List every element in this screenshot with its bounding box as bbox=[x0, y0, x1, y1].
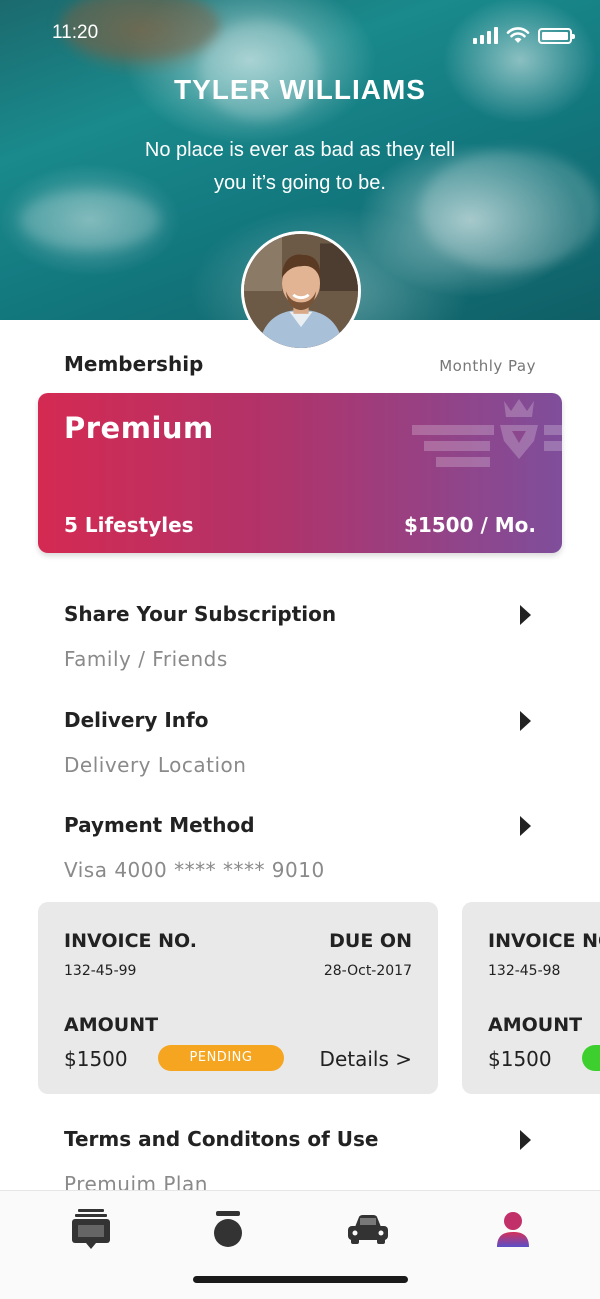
due-date: 28-Oct-2017 bbox=[323, 963, 412, 979]
invoice-number: 132-45-99 bbox=[64, 963, 137, 979]
menu-title: Payment Method bbox=[64, 813, 255, 837]
status-icons bbox=[473, 26, 575, 44]
menu-title: Share Your Subscription bbox=[64, 602, 337, 626]
menu-subtitle: Premuim Plan bbox=[64, 1172, 208, 1190]
plan-lifestyles: 5 Lifestyles bbox=[64, 513, 194, 537]
invoice-number-label: INVOICE NO. bbox=[64, 930, 197, 952]
menu-subtitle: Family / Friends bbox=[64, 647, 228, 671]
amount-label: AMOUNT bbox=[488, 1014, 583, 1036]
chevron-right-icon bbox=[520, 1130, 531, 1150]
menu-share-subscription[interactable]: Share Your Subscription Family / Friends bbox=[0, 602, 600, 692]
billing-cycle-label: Monthly Pay bbox=[439, 357, 536, 375]
membership-title: Membership bbox=[64, 352, 204, 376]
invoice-status-badge bbox=[582, 1045, 600, 1071]
tab-product[interactable] bbox=[205, 1207, 251, 1251]
car-icon bbox=[348, 1215, 388, 1244]
invoice-number-label: INVOICE NO. bbox=[488, 930, 600, 952]
profile-name: TYLER WILLIAMS bbox=[174, 74, 426, 105]
tab-profile[interactable] bbox=[490, 1207, 536, 1251]
plan-price: $1500 / Mo. bbox=[403, 513, 536, 537]
due-date-label: DUE ON bbox=[329, 930, 412, 952]
avatar-photo bbox=[244, 234, 358, 348]
menu-subtitle: Visa 4000 **** **** 9010 bbox=[64, 858, 325, 882]
invoice-card[interactable]: INVOICE NO. 132-45-99 DUE ON 28-Oct-2017… bbox=[38, 902, 438, 1094]
membership-plan-card[interactable]: Premium 5 Lifestyles $1500 / Mo. bbox=[38, 393, 562, 553]
menu-delivery-info[interactable]: Delivery Info Delivery Location bbox=[0, 708, 600, 798]
cellular-signal-icon bbox=[473, 26, 498, 44]
amount-label: AMOUNT bbox=[64, 1014, 159, 1036]
profile-icon bbox=[497, 1212, 529, 1247]
profile-quote: No place is ever as bad as they tell you… bbox=[100, 134, 500, 200]
plan-emblem-icon bbox=[412, 399, 562, 467]
tab-lifestyle[interactable] bbox=[68, 1207, 114, 1251]
invoice-details-link[interactable]: Details > bbox=[320, 1047, 412, 1071]
status-bar: 11:20 bbox=[0, 0, 600, 70]
home-indicator[interactable] bbox=[193, 1276, 408, 1283]
menu-terms-of-use[interactable]: Terms and Conditons of Use Premuim Plan bbox=[0, 1127, 600, 1190]
status-time: 11:20 bbox=[52, 22, 99, 43]
invoice-status-badge: PENDING bbox=[158, 1045, 284, 1071]
plan-name: Premium bbox=[64, 411, 214, 445]
chevron-right-icon bbox=[520, 605, 531, 625]
tab-vehicle[interactable] bbox=[345, 1207, 391, 1251]
invoice-amount: $1500 bbox=[488, 1047, 552, 1071]
wifi-icon bbox=[506, 27, 530, 43]
chevron-right-icon bbox=[520, 816, 531, 836]
profile-quote-line: you it’s going to be. bbox=[214, 172, 386, 194]
invoice-amount: $1500 bbox=[64, 1047, 128, 1071]
product-icon bbox=[214, 1211, 242, 1247]
menu-subtitle: Delivery Location bbox=[64, 753, 247, 777]
menu-payment-method[interactable]: Payment Method Visa 4000 **** **** 9010 bbox=[0, 813, 600, 903]
invoice-number: 132-45-98 bbox=[488, 963, 561, 979]
menu-title: Terms and Conditons of Use bbox=[64, 1127, 379, 1151]
invoice-card[interactable]: INVOICE NO. 132-45-98 AMOUNT $1500 bbox=[462, 902, 600, 1094]
chevron-right-icon bbox=[520, 711, 531, 731]
avatar[interactable] bbox=[241, 231, 361, 351]
profile-quote-line: No place is ever as bad as they tell bbox=[144, 139, 456, 161]
lifestyle-inbox-icon bbox=[72, 1209, 110, 1249]
menu-title: Delivery Info bbox=[64, 708, 209, 732]
battery-icon bbox=[538, 28, 575, 44]
